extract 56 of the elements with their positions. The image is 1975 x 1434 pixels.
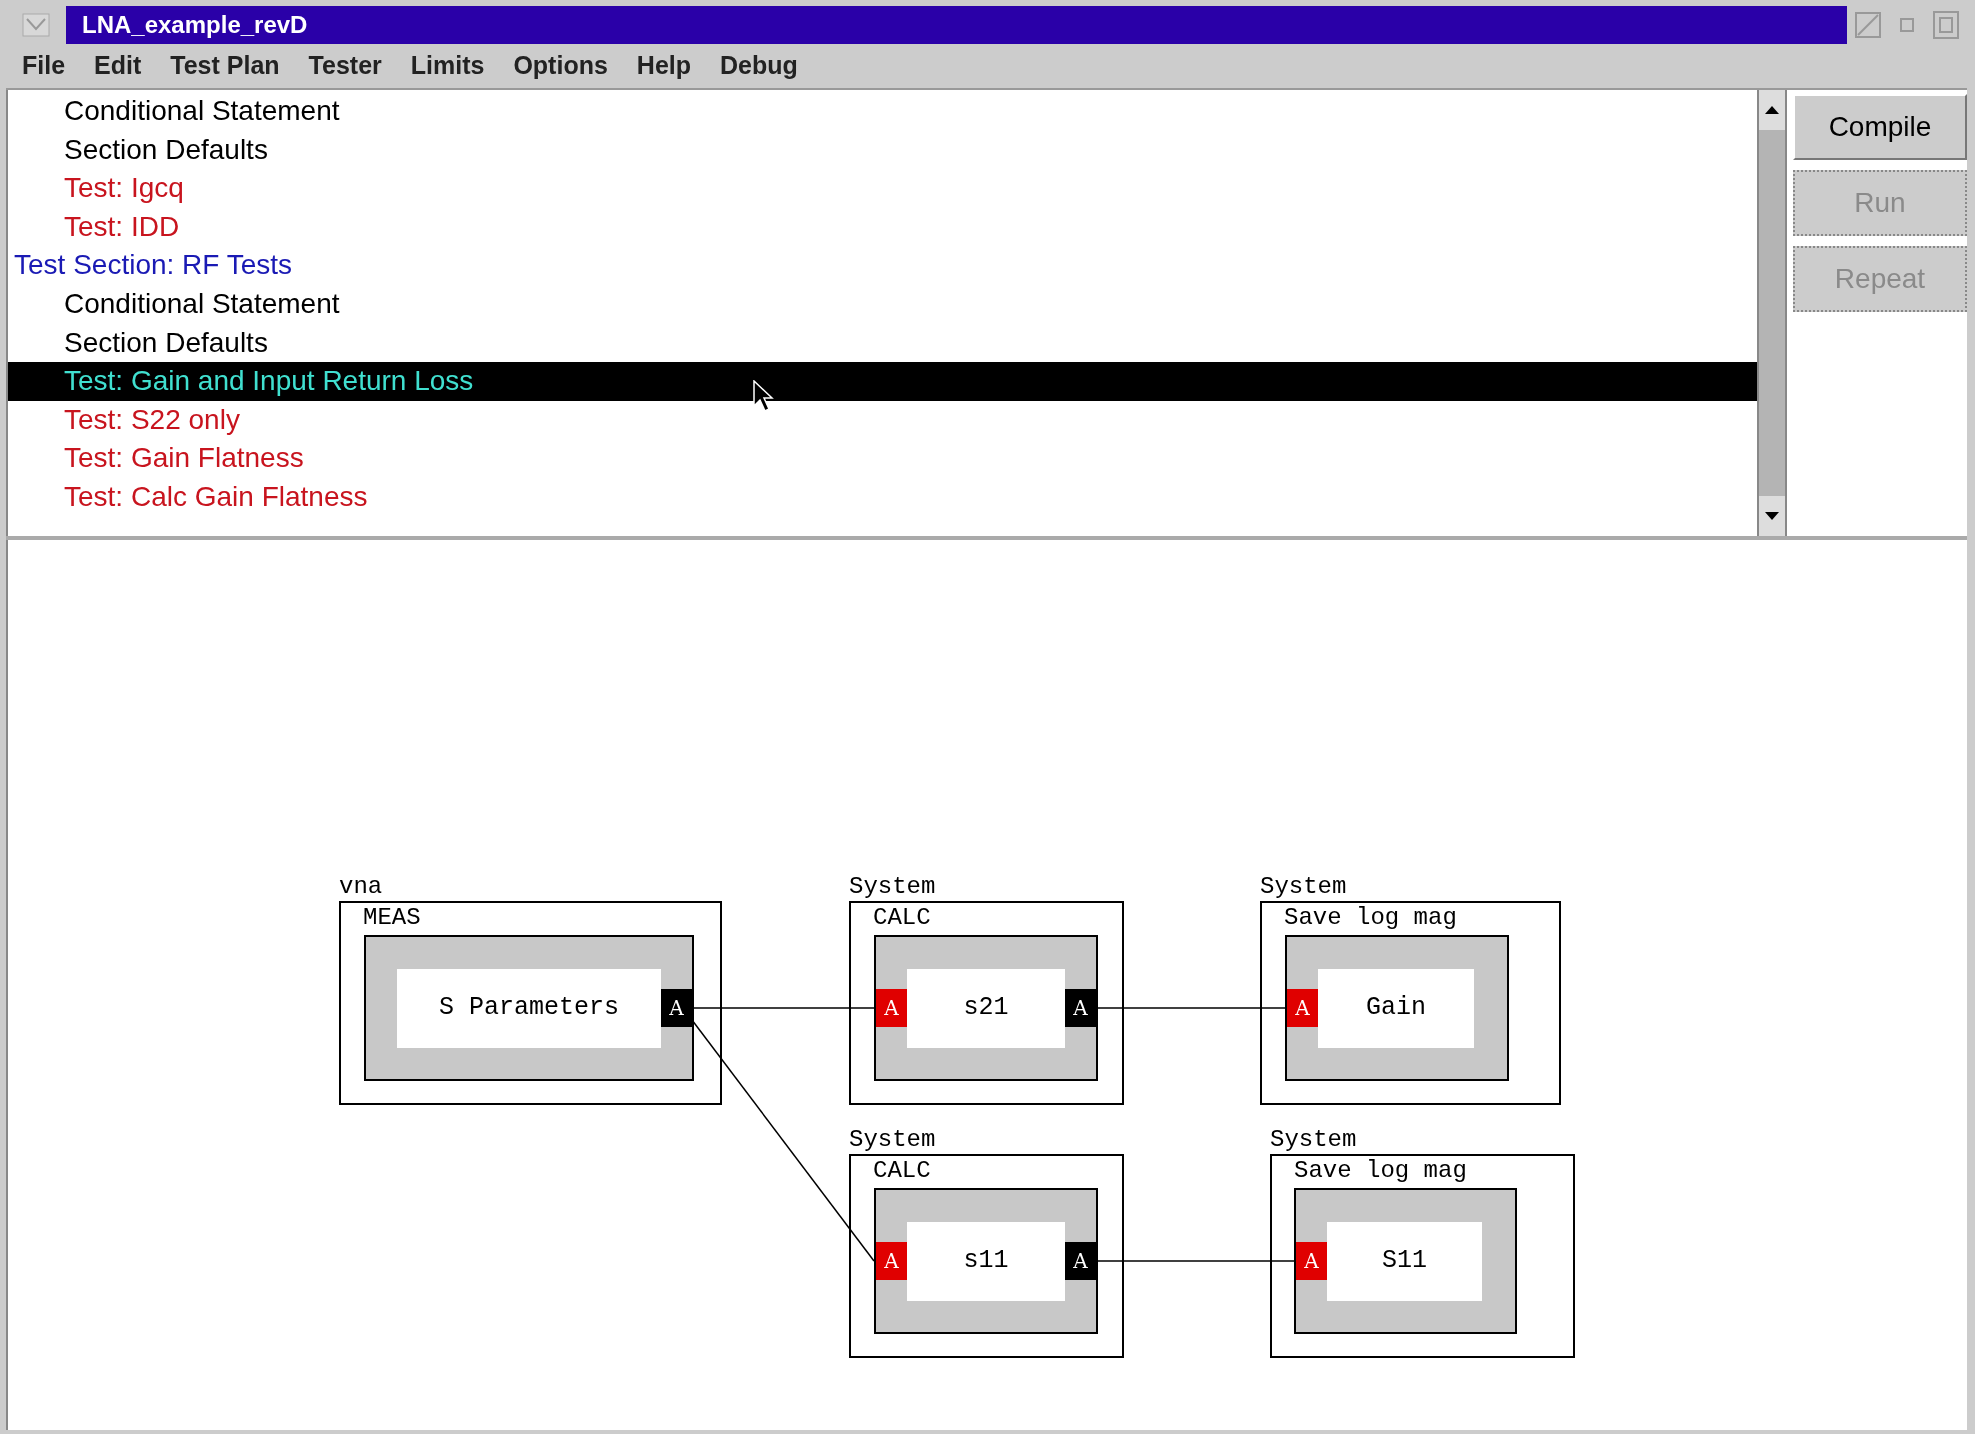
block-label: Gain bbox=[1318, 968, 1474, 1048]
owner-label: System bbox=[849, 1126, 936, 1154]
port-marker: A bbox=[1296, 1242, 1327, 1280]
window-menu-icon[interactable] bbox=[22, 13, 50, 37]
outline-row[interactable]: Test: Gain Flatness bbox=[8, 439, 1757, 478]
port-marker: A bbox=[1065, 1242, 1096, 1280]
restore-icon[interactable] bbox=[1897, 15, 1917, 35]
outline-row[interactable]: Test: S22 only bbox=[8, 400, 1757, 440]
outline-row[interactable]: Test: Calc Gain Flatness bbox=[8, 477, 1757, 517]
menu-item[interactable]: Tester bbox=[308, 47, 382, 85]
outline-row[interactable]: Section Defaults bbox=[8, 130, 1757, 170]
outline-row[interactable]: Test: IDD bbox=[8, 207, 1757, 247]
block-label: S11 bbox=[1327, 1221, 1482, 1301]
block-label: s21 bbox=[907, 968, 1065, 1048]
block-title: CALC bbox=[873, 903, 931, 933]
block-label: s11 bbox=[907, 1221, 1065, 1301]
outline-row[interactable]: Test: Igcq bbox=[8, 169, 1757, 208]
outline-row[interactable]: Test: Gain and Input Return Loss bbox=[8, 362, 1757, 401]
port-marker: A bbox=[1065, 989, 1096, 1027]
block-body[interactable]: A s11 A bbox=[874, 1188, 1098, 1334]
menu-item[interactable]: Debug bbox=[720, 47, 798, 85]
window-title: LNA_example_revD bbox=[81, 10, 308, 40]
block-body[interactable]: A s21 A bbox=[874, 935, 1098, 1081]
minimize-icon[interactable] bbox=[1854, 11, 1883, 39]
command-button[interactable]: Compile bbox=[1793, 94, 1967, 160]
outline-row[interactable]: Section Defaults bbox=[8, 323, 1757, 363]
block-title: Save log mag bbox=[1294, 1156, 1467, 1186]
scroll-up-icon[interactable] bbox=[1759, 90, 1785, 130]
block-body[interactable]: A Gain bbox=[1285, 935, 1509, 1081]
outline-row[interactable]: Conditional Statement bbox=[8, 284, 1757, 324]
block-label: S Parameters bbox=[397, 968, 661, 1048]
owner-label: System bbox=[1270, 1126, 1357, 1154]
owner-label: System bbox=[1260, 873, 1347, 901]
menu-item[interactable]: File bbox=[22, 47, 66, 85]
menu-item[interactable]: Help bbox=[636, 47, 692, 85]
block-title: MEAS bbox=[363, 903, 421, 933]
port-marker: A bbox=[876, 989, 907, 1027]
block-title: CALC bbox=[873, 1156, 931, 1186]
block-body[interactable]: A S11 bbox=[1294, 1188, 1517, 1334]
outline-row[interactable]: Conditional Statement bbox=[8, 92, 1757, 131]
menu-item[interactable]: Limits bbox=[410, 47, 485, 85]
menu-item[interactable]: Edit bbox=[94, 47, 142, 85]
outline-row[interactable]: Test Section: RF Tests bbox=[8, 246, 1757, 285]
port-marker: A bbox=[661, 989, 692, 1027]
scroll-down-icon[interactable] bbox=[1759, 496, 1785, 536]
mouse-cursor-icon bbox=[753, 380, 775, 412]
owner-label: vna bbox=[339, 873, 383, 901]
owner-label: System bbox=[849, 873, 936, 901]
port-marker: A bbox=[1287, 989, 1318, 1027]
scrollbar[interactable] bbox=[1757, 90, 1787, 536]
port-marker: A bbox=[876, 1242, 907, 1280]
block-body[interactable]: S Parameters A bbox=[364, 935, 694, 1081]
maximize-icon[interactable] bbox=[1931, 10, 1960, 40]
block-title: Save log mag bbox=[1284, 903, 1457, 933]
menu-item[interactable]: Options bbox=[513, 47, 608, 85]
menu-item[interactable]: Test Plan bbox=[170, 47, 280, 85]
